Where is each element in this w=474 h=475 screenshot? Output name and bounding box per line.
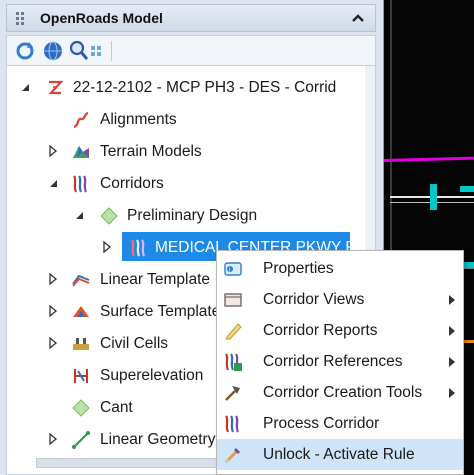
- menu-item-label: Properties: [263, 260, 334, 277]
- collapsed-arrow-icon[interactable]: [47, 433, 59, 445]
- collapsed-arrow-icon[interactable]: [47, 305, 59, 317]
- toolbar-separator: [111, 41, 112, 61]
- grip-icon: [16, 12, 24, 25]
- panel-header: OpenRoads Model: [6, 4, 376, 32]
- collapsed-arrow-icon[interactable]: [47, 273, 59, 285]
- linear-template-icon: [72, 274, 90, 287]
- submenu-arrow-icon: [449, 388, 455, 398]
- menu-item-label: Corridor References: [263, 353, 403, 370]
- expanded-arrow-icon[interactable]: [73, 209, 85, 221]
- menu-item-label: Corridor Reports: [263, 322, 378, 339]
- tree-item-corridors[interactable]: Corridors: [7, 168, 365, 198]
- zoom-icon[interactable]: [67, 39, 91, 63]
- cant-icon: [72, 399, 90, 417]
- collapsed-arrow-icon[interactable]: [101, 241, 113, 253]
- menu-item-label: Corridor Creation Tools: [263, 384, 423, 401]
- refresh-icon[interactable]: [13, 39, 37, 63]
- tree-item-label: Alignments: [100, 111, 177, 128]
- menu-item-corridor-views[interactable]: Corridor Views: [217, 284, 463, 315]
- menu-item-corridor-reports[interactable]: Corridor Reports: [217, 315, 463, 346]
- globe-icon[interactable]: [41, 39, 65, 63]
- viewport-cyan-mark: [460, 186, 474, 192]
- expanded-arrow-icon[interactable]: [47, 177, 59, 189]
- tree-item-label: Surface Template: [100, 303, 221, 320]
- menu-item-label: Unlock - Activate Rule: [263, 446, 415, 463]
- tree-item-terrain-models[interactable]: Terrain Models: [7, 136, 365, 166]
- menu-item-properties[interactable]: i Properties: [217, 253, 463, 284]
- properties-icon: i: [224, 262, 242, 276]
- corridors-icon: [73, 175, 88, 193]
- menu-item-corridor-creation-tools[interactable]: Corridor Creation Tools: [217, 377, 463, 408]
- viewport-cyan-mark: [430, 184, 437, 210]
- tree-item-label: Terrain Models: [100, 143, 202, 160]
- superelevation-icon: [74, 369, 88, 383]
- viewport-magenta-line: [384, 156, 474, 162]
- menu-item-label: Process Corridor: [263, 415, 380, 432]
- process-corridor-icon: [225, 415, 240, 433]
- terrain-icon: [73, 146, 89, 158]
- unlock-icon: [224, 448, 240, 464]
- submenu-arrow-icon: [449, 295, 455, 305]
- tree-item-label: Civil Cells: [100, 335, 169, 352]
- tree-item-label: Linear Geometry: [100, 431, 216, 448]
- tree-item-model[interactable]: 22-12-2102 - MCP PH3 - DES - Corrid: [7, 72, 365, 102]
- tree-item-preliminary-design[interactable]: Preliminary Design: [7, 200, 365, 230]
- panel-toolbar: [6, 35, 376, 65]
- surface-template-icon: [73, 306, 89, 317]
- linear-geometry-icon: [72, 431, 90, 449]
- references-icon: [225, 353, 242, 371]
- menu-item-corridor-references[interactable]: Corridor References: [217, 346, 463, 377]
- tree-item-label: 22-12-2102 - MCP PH3 - DES - Corrid: [73, 79, 337, 96]
- tree-item-label: Preliminary Design: [127, 207, 258, 224]
- collapsed-arrow-icon[interactable]: [47, 145, 59, 157]
- views-icon: [224, 293, 242, 307]
- design-stage-icon: [100, 207, 118, 225]
- panel-title: OpenRoads Model: [40, 10, 163, 26]
- civil-cells-icon: [73, 338, 89, 350]
- reports-icon: [225, 323, 242, 340]
- creation-tools-icon: [225, 386, 240, 401]
- tree-item-label: Cant: [100, 399, 133, 416]
- model-icon: [48, 80, 64, 95]
- tree-item-label: Superelevation: [100, 367, 204, 384]
- chevron-up-icon[interactable]: [351, 12, 365, 24]
- tree-item-alignments[interactable]: Alignments: [7, 104, 365, 134]
- corridor-icon: [131, 239, 146, 257]
- tree-item-label: Linear Template: [100, 271, 211, 288]
- corridor-context-menu: i Properties Corridor Views Corridor Rep…: [216, 250, 464, 475]
- expanded-arrow-icon[interactable]: [19, 81, 31, 93]
- menu-item-process-corridor[interactable]: Process Corridor: [217, 408, 463, 439]
- menu-item-label: Corridor Views: [263, 291, 365, 308]
- menu-item-unlock-activate-rule[interactable]: Unlock - Activate Rule: [217, 439, 463, 470]
- grid-icon[interactable]: [91, 39, 103, 63]
- alignment-icon: [73, 111, 89, 129]
- collapsed-arrow-icon[interactable]: [47, 337, 59, 349]
- tree-item-label: Corridors: [100, 175, 164, 192]
- submenu-arrow-icon: [449, 326, 455, 336]
- submenu-arrow-icon: [449, 357, 455, 367]
